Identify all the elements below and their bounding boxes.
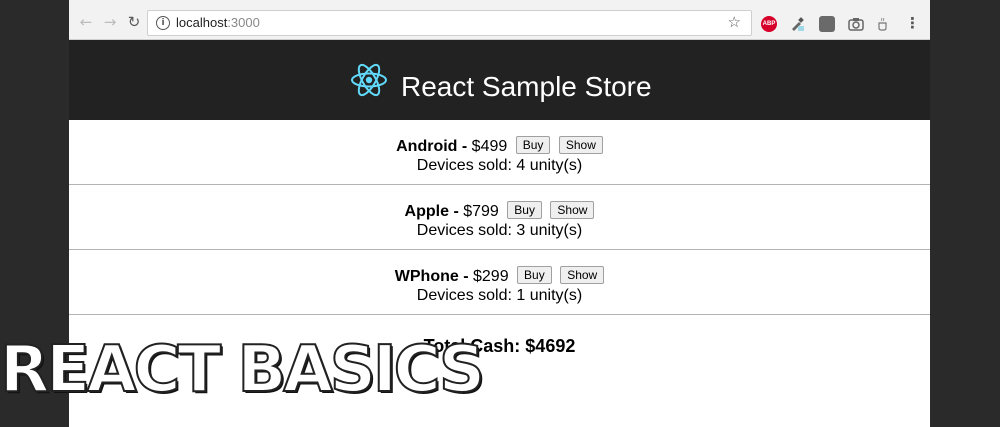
product-item-android: Android - $499 Buy Show Devices sold: 4 … [69, 120, 930, 185]
menu-kebab-icon[interactable]: ⋮ [905, 14, 920, 32]
product-list: Android - $499 Buy Show Devices sold: 4 … [69, 120, 930, 315]
buy-button[interactable]: Buy [517, 266, 552, 284]
product-price: $299 [473, 268, 509, 285]
product-separator: - [461, 138, 468, 155]
product-item-apple: Apple - $799 Buy Show Devices sold: 3 un… [69, 185, 930, 250]
product-name: Apple [404, 203, 449, 220]
product-item-wphone: WPhone - $299 Buy Show Devices sold: 1 u… [69, 250, 930, 315]
show-button[interactable]: Show [550, 201, 595, 219]
back-icon[interactable]: ← [77, 13, 95, 31]
show-button[interactable]: Show [558, 136, 603, 154]
product-price: $499 [471, 138, 508, 155]
bookmark-star-icon[interactable]: ☆ [728, 13, 741, 31]
adblock-plus-icon[interactable]: ABP [761, 16, 777, 32]
coffee-icon[interactable] [875, 16, 891, 32]
product-price: $799 [463, 203, 499, 220]
url-text: localhost:3000 [176, 15, 260, 30]
address-bar[interactable]: i localhost:3000 ☆ [147, 10, 752, 36]
devices-sold: Devices sold: 4 unity(s) [416, 157, 583, 174]
devices-sold: Devices sold: 1 unity(s) [416, 287, 583, 304]
browser-toolbar: ← → ↻ i localhost:3000 ☆ ABP ⋮ [69, 6, 930, 40]
show-button[interactable]: Show [560, 266, 605, 284]
color-dropper-icon[interactable] [789, 16, 805, 32]
react-atom-logo [351, 63, 387, 97]
product-separator: - [463, 268, 469, 285]
buy-button[interactable]: Buy [515, 136, 551, 154]
info-icon[interactable]: i [156, 16, 170, 30]
camera-icon[interactable] [848, 16, 864, 32]
forward-icon[interactable]: → [101, 13, 119, 31]
product-separator: - [453, 203, 459, 220]
product-name: Android [396, 138, 458, 155]
buy-button[interactable]: Buy [507, 201, 542, 219]
overlay-title: REACT BASICS [0, 332, 486, 408]
product-name: WPhone [394, 268, 459, 285]
app-header: React Sample Store [69, 40, 930, 120]
devices-sold: Devices sold: 3 unity(s) [416, 222, 583, 239]
page-title: React Sample Store [401, 71, 652, 102]
reload-icon[interactable]: ↻ [125, 13, 143, 31]
box-icon[interactable] [819, 16, 835, 32]
